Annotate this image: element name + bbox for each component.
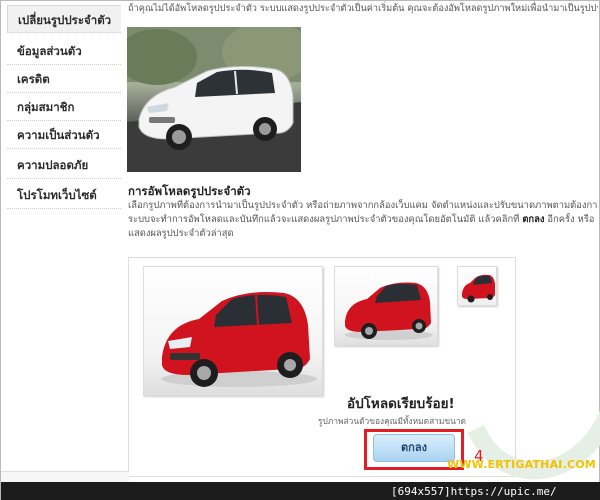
upload-description: เลือกรูปภาพที่ต้องการนำมาเป็นรูปประจำตัว… [128, 199, 598, 242]
avatar-preview-medium [334, 266, 438, 346]
upload-desc-line-3: แสดงผลรูปประจำตัวล่าสุด [128, 228, 234, 240]
upload-desc-line-1: เลือกรูปภาพที่ต้องการนำมาเป็นรูปประจำตัว… [128, 200, 598, 211]
upload-desc-ok-word: ตกลง [522, 214, 545, 226]
image-host-label: [694x557]https://upic.me/ [391, 485, 557, 498]
current-avatar-image [127, 27, 301, 172]
site-watermark: WWW.ERTIGATHAI.COM [447, 458, 596, 471]
intro-text: ถ้าคุณไม่ได้อัพโหลดรูปประจำตัว ระบบแสดงร… [128, 3, 598, 14]
image-host-footer: [694x557]https://upic.me/ [1, 482, 600, 500]
sidebar-item-personal-info[interactable]: ข้อมูลส่วนตัว [7, 37, 121, 65]
avatar-preview-small [457, 266, 497, 306]
ok-button[interactable]: ตกลง [373, 434, 455, 462]
avatar-preview-large [143, 266, 323, 396]
upload-desc-line-2-pre: ระบบจะทำการอัพโหลดและบันทึกแล้วจะแสดงผลร… [128, 214, 523, 226]
sidebar-item-security[interactable]: ความปลอดภัย [7, 151, 121, 179]
upload-desc-line-2: ระบบจะทำการอัพโหลดและบันทึกแล้วจะแสดงผลร… [128, 213, 598, 227]
sidebar-item-privacy[interactable]: ความเป็นส่วนตัว [7, 121, 121, 149]
page-frame: เปลี่ยนรูปประจำตัว ข้อมูลส่วนตัว เครดิต … [0, 0, 600, 500]
sidebar-menu: เปลี่ยนรูปประจำตัว ข้อมูลส่วนตัว เครดิต … [1, 1, 123, 221]
sidebar-item-change-avatar[interactable]: เปลี่ยนรูปประจำตัว [7, 5, 121, 33]
upload-success-title: อัปโหลดเรียบร้อย! [347, 396, 455, 412]
sidebar-item-member-group[interactable]: กลุ่มสมาชิก [7, 93, 121, 121]
sidebar-item-promote-website[interactable]: โปรโมทเว็บไซต์ [7, 181, 121, 209]
upload-desc-line-2-post: อีกครั้ง หรือ [544, 214, 595, 226]
horizontal-scrollbar[interactable] [1, 471, 129, 482]
upload-success-subtitle: รูปภาพส่วนตัวของคุณมีทั้งหมดสามขนาด [318, 416, 466, 426]
sidebar-item-credits[interactable]: เครดิต [7, 65, 121, 93]
